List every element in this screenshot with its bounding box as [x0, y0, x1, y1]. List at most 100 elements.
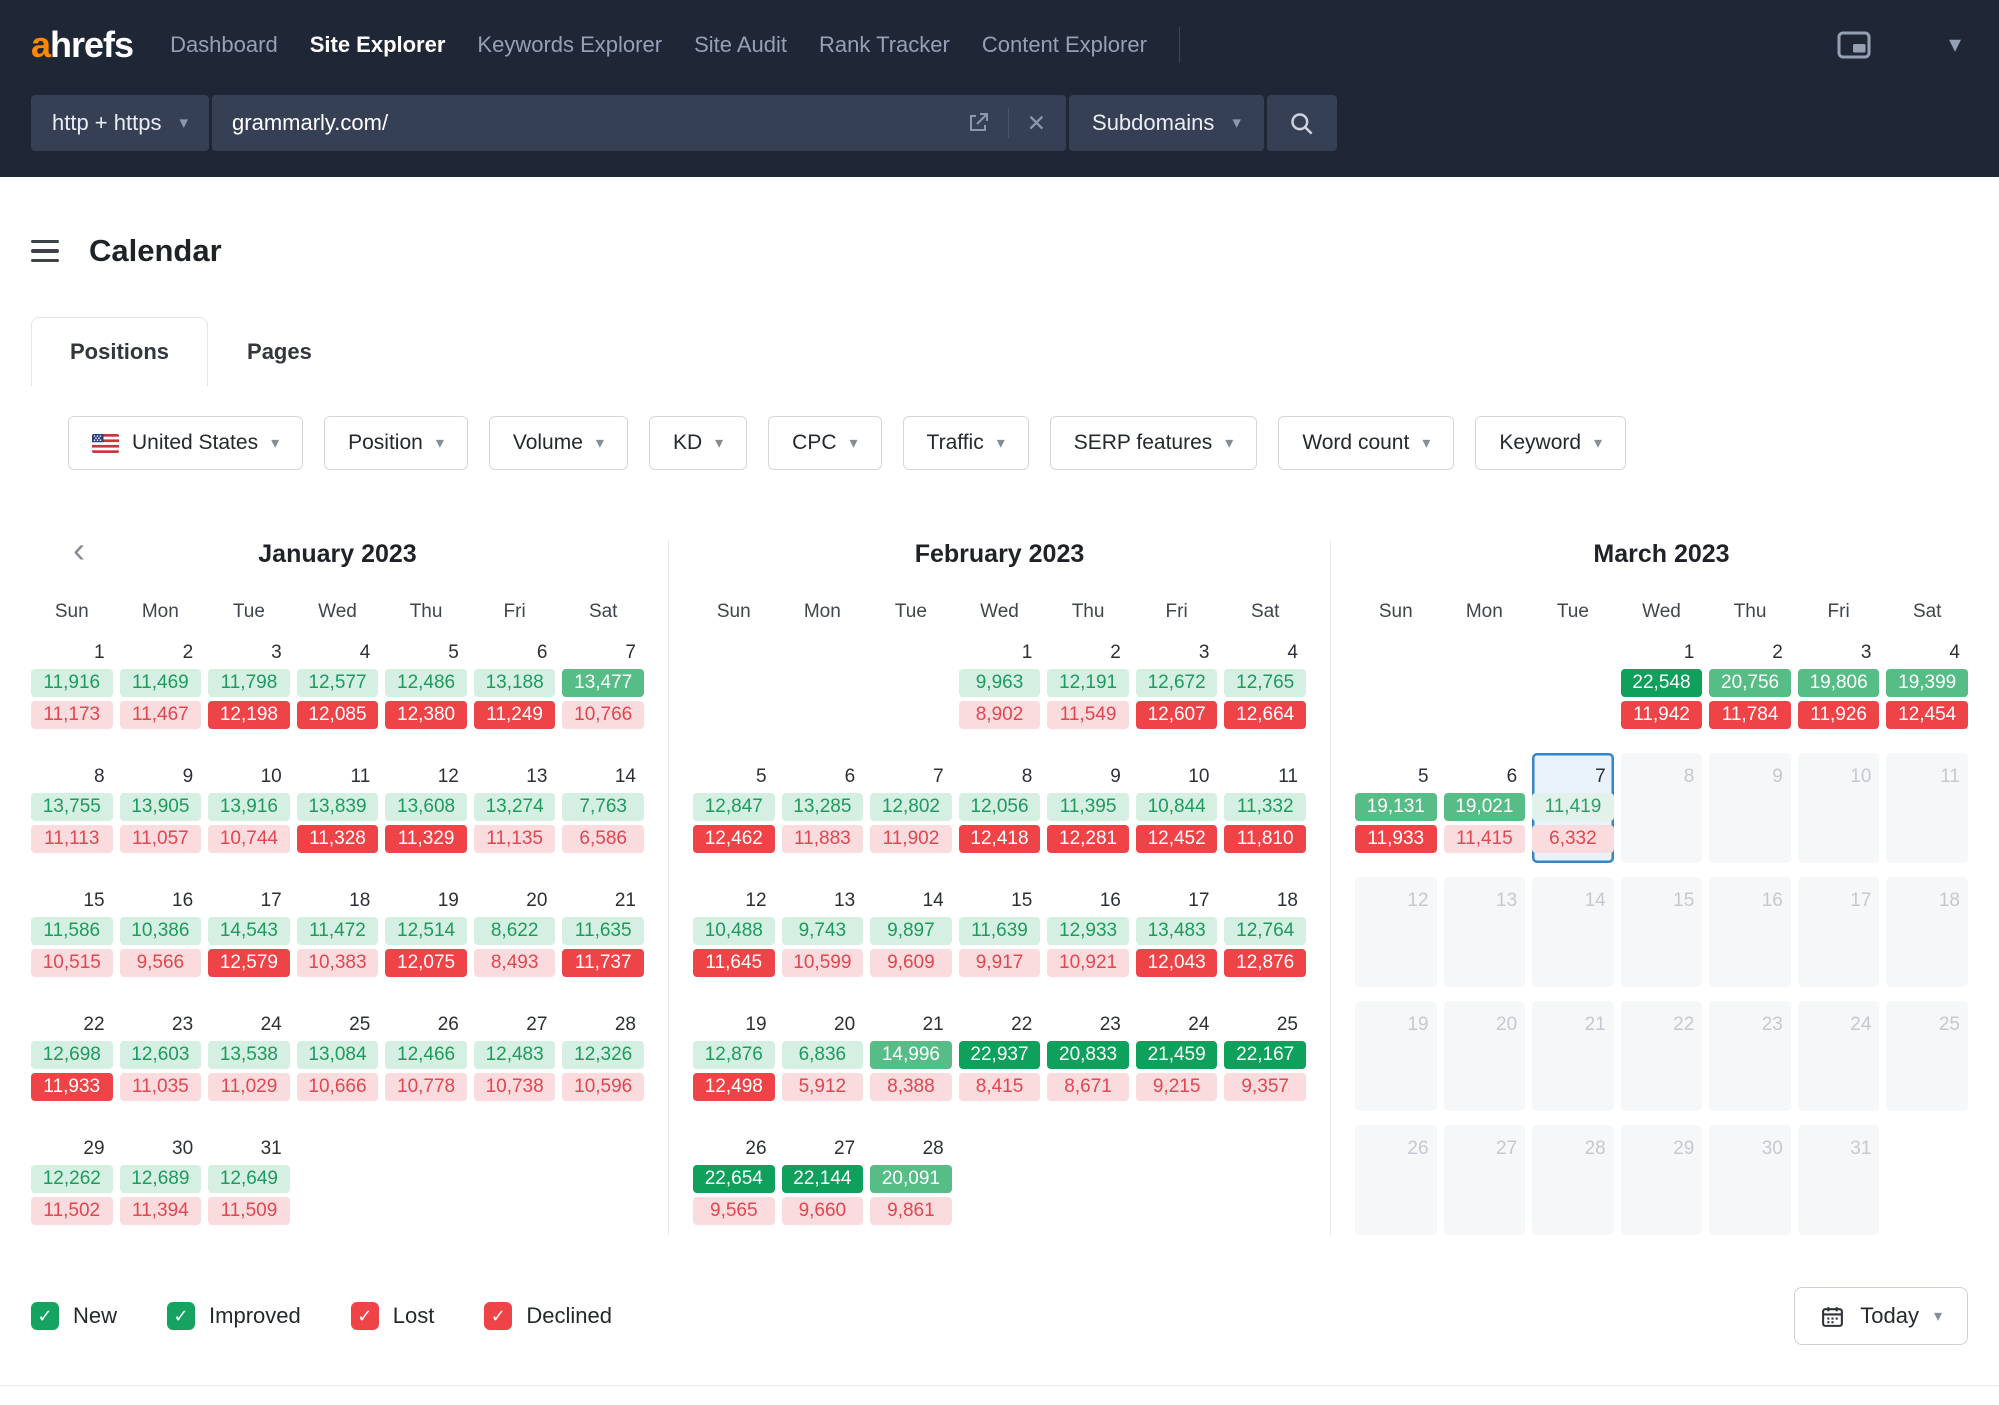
- day-cell[interactable]: 30 12,689 11,394: [119, 1125, 202, 1235]
- day-cell[interactable]: 5 12,486 12,380: [385, 629, 467, 739]
- day-cell[interactable]: 13 9,743 10,599: [781, 877, 864, 987]
- filter-keyword[interactable]: Keyword ▾: [1475, 416, 1627, 470]
- day-cell[interactable]: 21 14,996 8,388: [870, 1001, 952, 1111]
- day-cell[interactable]: 1 9,963 8,902: [958, 629, 1041, 739]
- day-cell[interactable]: 20 8,622 8,493: [473, 877, 556, 987]
- day-cell[interactable]: 25 22,167 9,357: [1224, 1001, 1306, 1111]
- day-cell[interactable]: 28 20,091 9,861: [870, 1125, 952, 1235]
- filter-traffic[interactable]: Traffic ▾: [902, 416, 1029, 470]
- day-cell[interactable]: 23 12,603 11,035: [119, 1001, 202, 1111]
- filter-cpc[interactable]: CPC ▾: [768, 416, 882, 470]
- nav-item-keywords-explorer[interactable]: Keywords Explorer: [477, 32, 662, 58]
- day-cell[interactable]: 2 12,191 11,549: [1047, 629, 1129, 739]
- day-cell[interactable]: 4 19,399 12,454: [1886, 629, 1968, 739]
- day-cell[interactable]: 5 12,847 12,462: [693, 753, 775, 863]
- nav-item-site-audit[interactable]: Site Audit: [694, 32, 787, 58]
- day-cell[interactable]: 21 11,635 11,737: [562, 877, 644, 987]
- day-cell[interactable]: 2 11,469 11,467: [119, 629, 202, 739]
- day-cell[interactable]: 28 12,326 10,596: [562, 1001, 644, 1111]
- chevron-down-icon[interactable]: ▾: [1949, 33, 1961, 57]
- day-cell[interactable]: 15 11,586 10,515: [31, 877, 113, 987]
- external-link-icon[interactable]: [966, 111, 990, 135]
- legend-item-declined[interactable]: ✓ Declined: [484, 1302, 612, 1330]
- day-cell[interactable]: 1 11,916 11,173: [31, 629, 113, 739]
- day-cell[interactable]: 29 12,262 11,502: [31, 1125, 113, 1235]
- day-cell[interactable]: 20 6,836 5,912: [781, 1001, 864, 1111]
- day-cell[interactable]: 8 13,755 11,113: [31, 753, 113, 863]
- day-cell[interactable]: 31 12,649 11,509: [208, 1125, 290, 1235]
- tab-pages[interactable]: Pages: [208, 317, 351, 386]
- day-cell[interactable]: 9 11,395 12,281: [1047, 753, 1129, 863]
- filter-serp-features[interactable]: SERP features ▾: [1049, 416, 1258, 470]
- day-cell[interactable]: 4 12,765 12,664: [1224, 629, 1306, 739]
- day-cell[interactable]: 18 12,764 12,876: [1224, 877, 1306, 987]
- day-cell[interactable]: 17 13,483 12,043: [1135, 877, 1218, 987]
- tab-positions[interactable]: Positions: [31, 317, 209, 386]
- clear-input-icon[interactable]: ✕: [1027, 110, 1046, 137]
- day-cell[interactable]: 15 11,639 9,917: [958, 877, 1041, 987]
- day-cell[interactable]: 26 12,466 10,778: [385, 1001, 467, 1111]
- search-button[interactable]: [1266, 95, 1337, 151]
- day-cell[interactable]: 14 7,763 6,586: [562, 753, 644, 863]
- day-cell[interactable]: 12 10,488 11,645: [693, 877, 775, 987]
- day-cell[interactable]: 14 9,897 9,609: [870, 877, 952, 987]
- nav-item-dashboard[interactable]: Dashboard: [170, 32, 278, 58]
- day-cell[interactable]: 22 12,698 11,933: [31, 1001, 113, 1111]
- day-cell[interactable]: 6 13,285 11,883: [781, 753, 864, 863]
- day-cell[interactable]: 2 20,756 11,784: [1709, 629, 1791, 739]
- mode-dropdown[interactable]: Subdomains ▾: [1069, 95, 1264, 151]
- prev-month-button[interactable]: ‹: [65, 532, 93, 568]
- checkbox-lost[interactable]: ✓: [350, 1302, 379, 1330]
- day-cell[interactable]: 23 20,833 8,671: [1047, 1001, 1129, 1111]
- day-cell[interactable]: 12 13,608 11,329: [385, 753, 467, 863]
- day-cell[interactable]: 24 21,459 9,215: [1135, 1001, 1218, 1111]
- day-cell[interactable]: 7 12,802 11,902: [870, 753, 952, 863]
- today-button[interactable]: Today ▾: [1794, 1287, 1968, 1345]
- day-cell[interactable]: 19 12,514 12,075: [385, 877, 467, 987]
- day-cell[interactable]: 4 12,577 12,085: [296, 629, 379, 739]
- checkbox-new[interactable]: ✓: [31, 1302, 59, 1330]
- legend-item-new[interactable]: ✓ New: [31, 1302, 117, 1330]
- day-cell[interactable]: 6 13,188 11,249: [473, 629, 556, 739]
- target-url-input[interactable]: [232, 110, 948, 136]
- day-cell[interactable]: 24 13,538 11,029: [208, 1001, 290, 1111]
- day-cell[interactable]: 25 13,084 10,666: [296, 1001, 379, 1111]
- day-cell[interactable]: 18 11,472 10,383: [296, 877, 379, 987]
- nav-item-rank-tracker[interactable]: Rank Tracker: [819, 32, 950, 58]
- checkbox-improved[interactable]: ✓: [167, 1302, 196, 1330]
- filter-kd[interactable]: KD ▾: [648, 416, 748, 470]
- day-cell[interactable]: 16 10,386 9,566: [119, 877, 202, 987]
- day-cell[interactable]: 16 12,933 10,921: [1047, 877, 1129, 987]
- day-cell[interactable]: 11 13,839 11,328: [296, 753, 379, 863]
- day-cell[interactable]: 26 22,654 9,565: [693, 1125, 775, 1235]
- filter-word-count[interactable]: Word count ▾: [1278, 416, 1455, 470]
- day-cell[interactable]: 17 14,543 12,579: [208, 877, 290, 987]
- day-cell[interactable]: 6 19,021 11,415: [1443, 753, 1526, 863]
- filter-position[interactable]: Position ▾: [324, 416, 468, 470]
- day-cell[interactable]: 9 13,905 11,057: [119, 753, 202, 863]
- protocol-dropdown[interactable]: http + https ▾: [31, 95, 210, 151]
- day-cell[interactable]: 3 12,672 12,607: [1135, 629, 1218, 739]
- checkbox-declined[interactable]: ✓: [484, 1302, 513, 1330]
- nav-item-site-explorer[interactable]: Site Explorer: [310, 32, 446, 58]
- day-cell[interactable]: 10 13,916 10,744: [208, 753, 290, 863]
- filter-united-states[interactable]: United States ▾: [68, 416, 304, 470]
- day-cell[interactable]: 22 22,937 8,415: [958, 1001, 1041, 1111]
- ahrefs-logo[interactable]: ahrefs: [31, 24, 134, 66]
- day-cell[interactable]: 5 19,131 11,933: [1355, 753, 1437, 863]
- day-cell-selected[interactable]: 7 11,419 6,332: [1532, 753, 1614, 863]
- day-cell[interactable]: 13 13,274 11,135: [473, 753, 556, 863]
- day-cell[interactable]: 7 13,477 10,766: [562, 629, 644, 739]
- nav-item-content-explorer[interactable]: Content Explorer: [982, 32, 1147, 58]
- day-cell[interactable]: 19 12,876 12,498: [693, 1001, 775, 1111]
- day-cell[interactable]: 27 22,144 9,660: [781, 1125, 864, 1235]
- day-cell[interactable]: 3 19,806 11,926: [1797, 629, 1880, 739]
- day-cell[interactable]: 1 22,548 11,942: [1620, 629, 1703, 739]
- legend-item-lost[interactable]: ✓ Lost: [350, 1302, 434, 1330]
- filter-volume[interactable]: Volume ▾: [488, 416, 628, 470]
- workspace-icon[interactable]: [1837, 31, 1871, 59]
- day-cell[interactable]: 8 12,056 12,418: [958, 753, 1041, 863]
- day-cell[interactable]: 10 10,844 12,452: [1135, 753, 1218, 863]
- menu-icon[interactable]: [31, 236, 59, 267]
- day-cell[interactable]: 27 12,483 10,738: [473, 1001, 556, 1111]
